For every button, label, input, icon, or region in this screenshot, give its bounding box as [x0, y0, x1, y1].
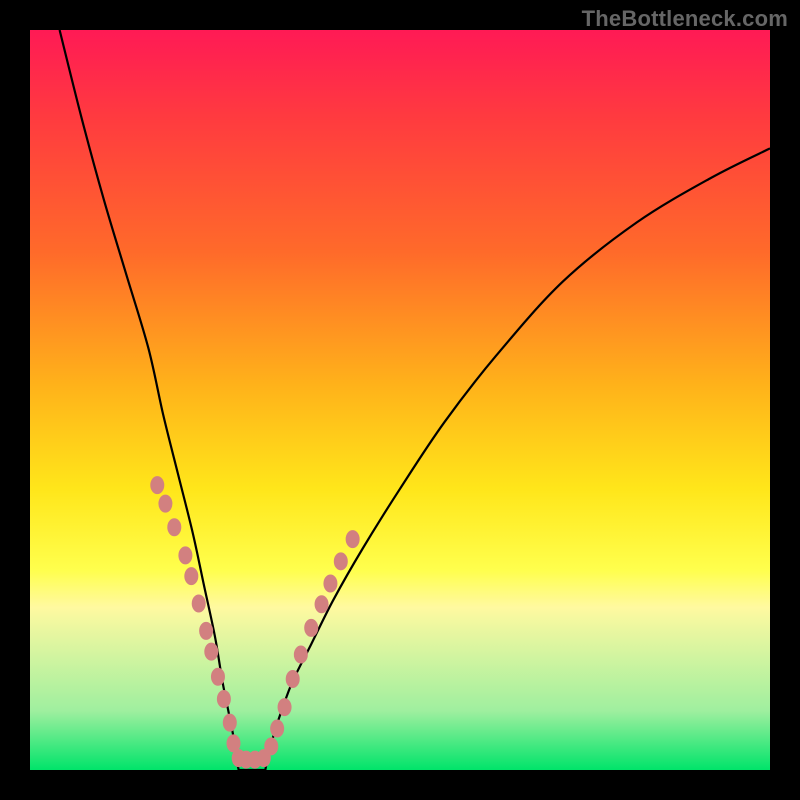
bead	[270, 720, 284, 738]
chart-svg	[30, 30, 770, 770]
bead	[278, 698, 292, 716]
bead	[199, 622, 213, 640]
watermark-label: TheBottleneck.com	[582, 6, 788, 32]
right-curve	[265, 148, 770, 770]
bead	[158, 495, 172, 513]
bead-cluster	[150, 476, 359, 769]
bead	[294, 646, 308, 664]
bead	[150, 476, 164, 494]
bead	[223, 714, 237, 732]
bead	[346, 530, 360, 548]
bead	[264, 737, 278, 755]
bead	[178, 546, 192, 564]
bead	[211, 668, 225, 686]
bead	[286, 670, 300, 688]
bead	[217, 690, 231, 708]
bead	[315, 595, 329, 613]
bead	[167, 518, 181, 536]
bead	[192, 595, 206, 613]
bead	[184, 567, 198, 585]
bead	[334, 552, 348, 570]
bead	[304, 619, 318, 637]
bead	[323, 575, 337, 593]
plot-area	[30, 30, 770, 770]
bead	[204, 643, 218, 661]
chart-stage: TheBottleneck.com	[0, 0, 800, 800]
